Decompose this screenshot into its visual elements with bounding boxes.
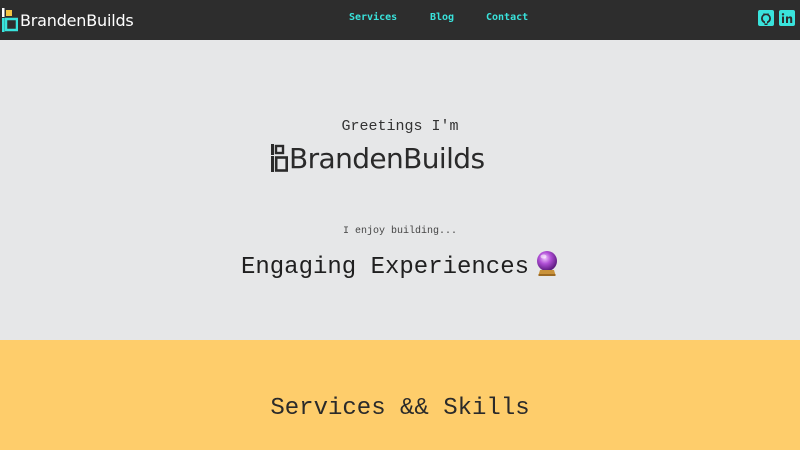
hero-rotating-line: Engaging Experiences <box>0 250 800 281</box>
services-title: Services && Skills <box>270 395 530 422</box>
hero-rotating-text: Engaging Experiences <box>240 254 530 281</box>
brand-logo-icon <box>271 144 288 172</box>
nav-link-contact[interactable]: Contact <box>486 12 528 23</box>
navbar: BrandenBuilds Services Blog Contact <box>0 0 800 40</box>
brand-name: BrandenBuilds <box>20 10 134 30</box>
hero-brand-name: BrandenBuilds <box>289 141 485 175</box>
brand-logo-icon <box>2 8 18 32</box>
nav-link-blog[interactable]: Blog <box>430 12 454 23</box>
github-icon[interactable] <box>758 10 774 26</box>
brand-logo-link[interactable]: BrandenBuilds <box>2 7 134 33</box>
services-section: Services && Skills <box>0 340 800 450</box>
nav-link-services[interactable]: Services <box>349 12 397 23</box>
hero-brand-logo: BrandenBuilds <box>271 140 485 176</box>
crystal-ball-icon <box>537 251 558 276</box>
hero-greeting: Greetings I'm <box>341 118 459 135</box>
linkedin-icon[interactable] <box>779 10 795 26</box>
hero-enjoy-text: I enjoy building... <box>342 226 458 237</box>
hero-section: Greetings I'm BrandenBuilds I enjoy buil… <box>0 40 800 340</box>
